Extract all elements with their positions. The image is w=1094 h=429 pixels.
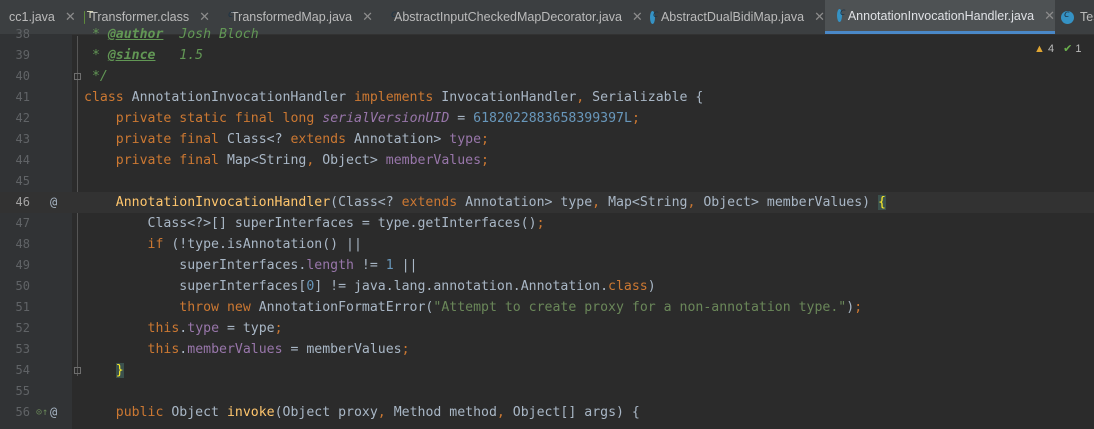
close-icon[interactable]: ✕	[199, 9, 210, 25]
code-text[interactable]: superInterfaces[0] != java.lang.annotati…	[84, 276, 655, 297]
code-text[interactable]: Class<?>[] superInterfaces = type.getInt…	[84, 213, 545, 234]
code-line[interactable]: 56 @ ⊙↑ public Object invoke(Object proxy,…	[0, 402, 1094, 423]
line-number[interactable]: 56	[0, 402, 30, 423]
code-line[interactable]: 38 * @author Josh Bloch	[0, 24, 1094, 45]
code-line[interactable]: 55	[0, 381, 1094, 402]
code-line[interactable]: 39 * @since 1.5	[0, 45, 1094, 66]
fold-toggle-icon[interactable]	[74, 73, 81, 80]
implements-marker-icon[interactable]: ⊙↑	[36, 402, 48, 423]
code-line[interactable]: 42 private static final long serialVersi…	[0, 108, 1094, 129]
tab-label: AnnotationInvocationHandler.java	[847, 8, 1035, 23]
line-number[interactable]: 43	[0, 129, 30, 150]
code-text[interactable]: AnnotationInvocationHandler(Class<? exte…	[84, 192, 886, 213]
override-marker-icon[interactable]: @	[50, 192, 57, 213]
code-line[interactable]: 47 Class<?>[] superInterfaces = type.get…	[0, 213, 1094, 234]
code-text[interactable]: * @author Josh Bloch	[84, 24, 259, 45]
code-line[interactable]: 41 class AnnotationInvocationHandler impl…	[0, 87, 1094, 108]
code-line[interactable]: 50 superInterfaces[0] != java.lang.annot…	[0, 276, 1094, 297]
line-number[interactable]: 55	[0, 381, 30, 402]
code-line[interactable]: 51 throw new AnnotationFormatError("Atte…	[0, 297, 1094, 318]
code-text[interactable]: this.memberValues = memberValues;	[84, 339, 410, 360]
code-line[interactable]: 54 }	[0, 360, 1094, 381]
code-text[interactable]: }	[84, 360, 124, 381]
code-line[interactable]: 46 @ AnnotationInvocationHandler(Class<? …	[0, 192, 1094, 213]
line-number[interactable]: 53	[0, 339, 30, 360]
code-text[interactable]: private static final long serialVersionU…	[84, 108, 640, 129]
code-line[interactable]: 53 this.memberValues = memberValues;	[0, 339, 1094, 360]
code-text[interactable]: private final Class<? extends Annotation…	[84, 129, 489, 150]
java-class-icon	[837, 7, 845, 22]
line-number[interactable]: 47	[0, 213, 30, 234]
tab-label: AbstractInputCheckedMapDecorator.java	[394, 10, 622, 24]
line-number[interactable]: 50	[0, 276, 30, 297]
code-text[interactable]: this.type = type;	[84, 318, 283, 339]
code-text[interactable]: class AnnotationInvocationHandler implem…	[84, 87, 703, 108]
line-number[interactable]: 39	[0, 45, 30, 66]
code-text[interactable]: */	[84, 66, 108, 87]
code-text[interactable]: if (!type.isAnnotation() ||	[84, 234, 362, 255]
code-line[interactable]: 43 private final Class<? extends Annotat…	[0, 129, 1094, 150]
tab-label: cc1.java	[9, 10, 55, 24]
tab-label: Tes	[1080, 10, 1094, 24]
fold-toggle-icon[interactable]	[74, 367, 81, 374]
code-text[interactable]: * @since 1.5	[84, 45, 203, 66]
tab-label: TransformedMap.java	[231, 10, 353, 24]
code-text[interactable]: private final Map<String, Object> member…	[84, 150, 489, 171]
line-number[interactable]: 40	[0, 66, 30, 87]
line-number[interactable]: 54	[0, 360, 30, 381]
code-text[interactable]: superInterfaces.length != 1 ||	[84, 255, 417, 276]
line-number[interactable]: 42	[0, 108, 30, 129]
code-text[interactable]: throw new AnnotationFormatError("Attempt…	[84, 297, 862, 318]
java-class-icon	[1061, 9, 1074, 24]
line-number[interactable]: 41	[0, 87, 30, 108]
close-icon[interactable]: ✕	[1044, 8, 1055, 24]
tab-label: AbstractDualBidiMap.java	[660, 10, 805, 24]
code-line[interactable]: 44 private final Map<String, Object> mem…	[0, 150, 1094, 171]
code-line[interactable]: 48 if (!type.isAnnotation() ||	[0, 234, 1094, 255]
override-marker-icon[interactable]: @	[50, 402, 57, 423]
line-number[interactable]: 46	[0, 192, 30, 213]
line-number[interactable]: 44	[0, 150, 30, 171]
code-line[interactable]: 40 */	[0, 66, 1094, 87]
line-number[interactable]: 38	[0, 24, 30, 45]
close-icon[interactable]: ✕	[814, 9, 825, 25]
code-line[interactable]: 45	[0, 171, 1094, 192]
code-line[interactable]: 49 superInterfaces.length != 1 ||	[0, 255, 1094, 276]
line-number[interactable]: 52	[0, 318, 30, 339]
java-class-icon	[650, 9, 658, 24]
line-number[interactable]: 51	[0, 297, 30, 318]
tab-label: Transformer.class	[90, 10, 190, 24]
line-number[interactable]: 48	[0, 234, 30, 255]
code-text[interactable]: public Object invoke(Object proxy, Metho…	[84, 402, 640, 423]
line-number[interactable]: 45	[0, 171, 30, 192]
line-number[interactable]: 49	[0, 255, 30, 276]
code-line[interactable]: 52 this.type = type;	[0, 318, 1094, 339]
